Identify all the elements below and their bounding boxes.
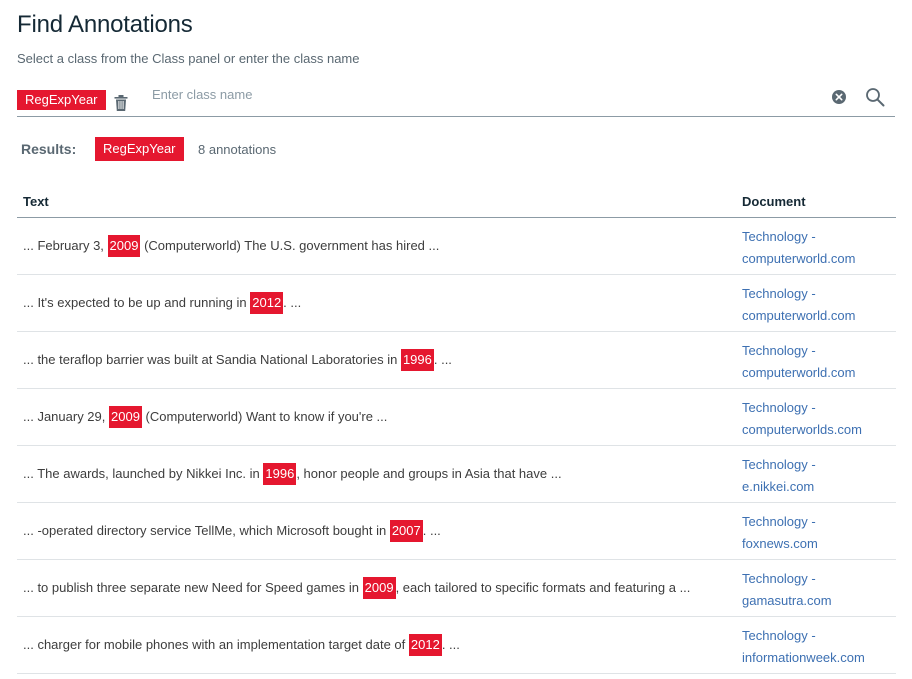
snippet-after: . ... bbox=[441, 637, 460, 652]
results-class-tag: RegExpYear bbox=[95, 137, 184, 161]
snippet-after: (Computerworld) Want to know if you're .… bbox=[141, 409, 388, 424]
page-subtitle: Select a class from the Class panel or e… bbox=[17, 51, 360, 66]
clear-icon[interactable] bbox=[832, 90, 846, 104]
table-row: ... the teraflop barrier was built at Sa… bbox=[17, 332, 896, 389]
column-header-document: Document bbox=[742, 194, 806, 209]
snippet-after: . ... bbox=[433, 352, 452, 367]
highlighted-match: 1996 bbox=[263, 463, 297, 485]
table-row: ... It's expected to be up and running i… bbox=[17, 275, 896, 332]
document-source: computerworlds.com bbox=[742, 422, 862, 437]
table-row: ... February 3, 2009 (Computerworld) The… bbox=[17, 218, 896, 275]
table-row: ... charger for mobile phones with an im… bbox=[17, 617, 896, 674]
highlighted-match: 2007 bbox=[389, 520, 423, 542]
snippet-before: ... charger for mobile phones with an im… bbox=[23, 637, 409, 652]
annotation-snippet: ... -operated directory service TellMe, … bbox=[23, 520, 441, 542]
annotation-snippet: ... to publish three separate new Need f… bbox=[23, 577, 690, 599]
snippet-before: ... February 3, bbox=[23, 238, 108, 253]
highlighted-match: 2012 bbox=[250, 292, 284, 314]
highlighted-match: 1996 bbox=[400, 349, 434, 371]
snippet-after: (Computerworld) The U.S. government has … bbox=[140, 238, 440, 253]
document-link[interactable]: Technology - e.nikkei.com bbox=[742, 454, 892, 498]
snippet-before: ... January 29, bbox=[23, 409, 109, 424]
table-row: ... to publish three separate new Need f… bbox=[17, 560, 896, 617]
table-header: Text Document bbox=[17, 186, 896, 218]
document-category: Technology - bbox=[742, 229, 816, 244]
snippet-before: ... It's expected to be up and running i… bbox=[23, 295, 251, 310]
document-category: Technology - bbox=[742, 286, 816, 301]
snippet-before: ... to publish three separate new Need f… bbox=[23, 580, 363, 595]
snippet-after: . ... bbox=[283, 295, 302, 310]
document-category: Technology - bbox=[742, 628, 816, 643]
trash-icon[interactable] bbox=[114, 95, 128, 111]
snippet-after: . ... bbox=[422, 523, 441, 538]
document-source: computerworld.com bbox=[742, 308, 856, 323]
annotation-snippet: ... January 29, 2009 (Computerworld) Wan… bbox=[23, 406, 387, 428]
annotation-snippet: ... charger for mobile phones with an im… bbox=[23, 634, 460, 656]
annotation-snippet: ... the teraflop barrier was built at Sa… bbox=[23, 349, 452, 371]
document-category: Technology - bbox=[742, 457, 816, 472]
document-link[interactable]: Technology - foxnews.com bbox=[742, 511, 892, 555]
column-header-text: Text bbox=[23, 194, 49, 209]
document-link[interactable]: Technology - computerworlds.com bbox=[742, 397, 892, 441]
snippet-before: ... -operated directory service TellMe, … bbox=[23, 523, 390, 538]
snippet-after: , each tailored to specific formats and … bbox=[395, 580, 691, 595]
document-source: computerworld.com bbox=[742, 365, 856, 380]
document-source: foxnews.com bbox=[742, 536, 818, 551]
annotation-snippet: ... It's expected to be up and running i… bbox=[23, 292, 301, 314]
highlighted-match: 2009 bbox=[107, 235, 141, 257]
document-category: Technology - bbox=[742, 400, 816, 415]
document-link[interactable]: Technology - computerworld.com bbox=[742, 340, 892, 384]
document-link[interactable]: Technology - computerworld.com bbox=[742, 283, 892, 327]
document-source: e.nikkei.com bbox=[742, 479, 815, 494]
document-category: Technology - bbox=[742, 571, 816, 586]
find-annotations-page: Find Annotations Select a class from the… bbox=[0, 0, 912, 679]
table-row: ... -operated directory service TellMe, … bbox=[17, 503, 896, 560]
table-body: ... February 3, 2009 (Computerworld) The… bbox=[17, 218, 896, 674]
document-category: Technology - bbox=[742, 343, 816, 358]
document-link[interactable]: Technology - informationweek.com bbox=[742, 625, 892, 669]
annotations-table: Text Document ... February 3, 2009 (Comp… bbox=[17, 186, 896, 674]
snippet-before: ... The awards, launched by Nikkei Inc. … bbox=[23, 466, 264, 481]
highlighted-match: 2012 bbox=[408, 634, 442, 656]
search-icon[interactable] bbox=[865, 87, 885, 107]
table-row: ... January 29, 2009 (Computerworld) Wan… bbox=[17, 389, 896, 446]
snippet-before: ... the teraflop barrier was built at Sa… bbox=[23, 352, 401, 367]
annotation-snippet: ... February 3, 2009 (Computerworld) The… bbox=[23, 235, 439, 257]
annotation-snippet: ... The awards, launched by Nikkei Inc. … bbox=[23, 463, 562, 485]
document-category: Technology - bbox=[742, 514, 816, 529]
results-label: Results: bbox=[21, 141, 77, 157]
class-name-input[interactable] bbox=[152, 83, 812, 105]
selected-class-tag[interactable]: RegExpYear bbox=[17, 90, 106, 110]
annotation-count: 8 annotations bbox=[198, 142, 277, 157]
document-source: gamasutra.com bbox=[742, 593, 832, 608]
class-search-bar: RegExpYear bbox=[17, 81, 895, 117]
table-row: ... The awards, launched by Nikkei Inc. … bbox=[17, 446, 896, 503]
document-source: informationweek.com bbox=[742, 650, 865, 665]
page-title: Find Annotations bbox=[17, 11, 193, 38]
snippet-after: , honor people and groups in Asia that h… bbox=[296, 466, 562, 481]
document-source: computerworld.com bbox=[742, 251, 856, 266]
highlighted-match: 2009 bbox=[362, 577, 396, 599]
document-link[interactable]: Technology - gamasutra.com bbox=[742, 568, 892, 612]
highlighted-match: 2009 bbox=[109, 406, 142, 428]
document-link[interactable]: Technology - computerworld.com bbox=[742, 226, 892, 270]
